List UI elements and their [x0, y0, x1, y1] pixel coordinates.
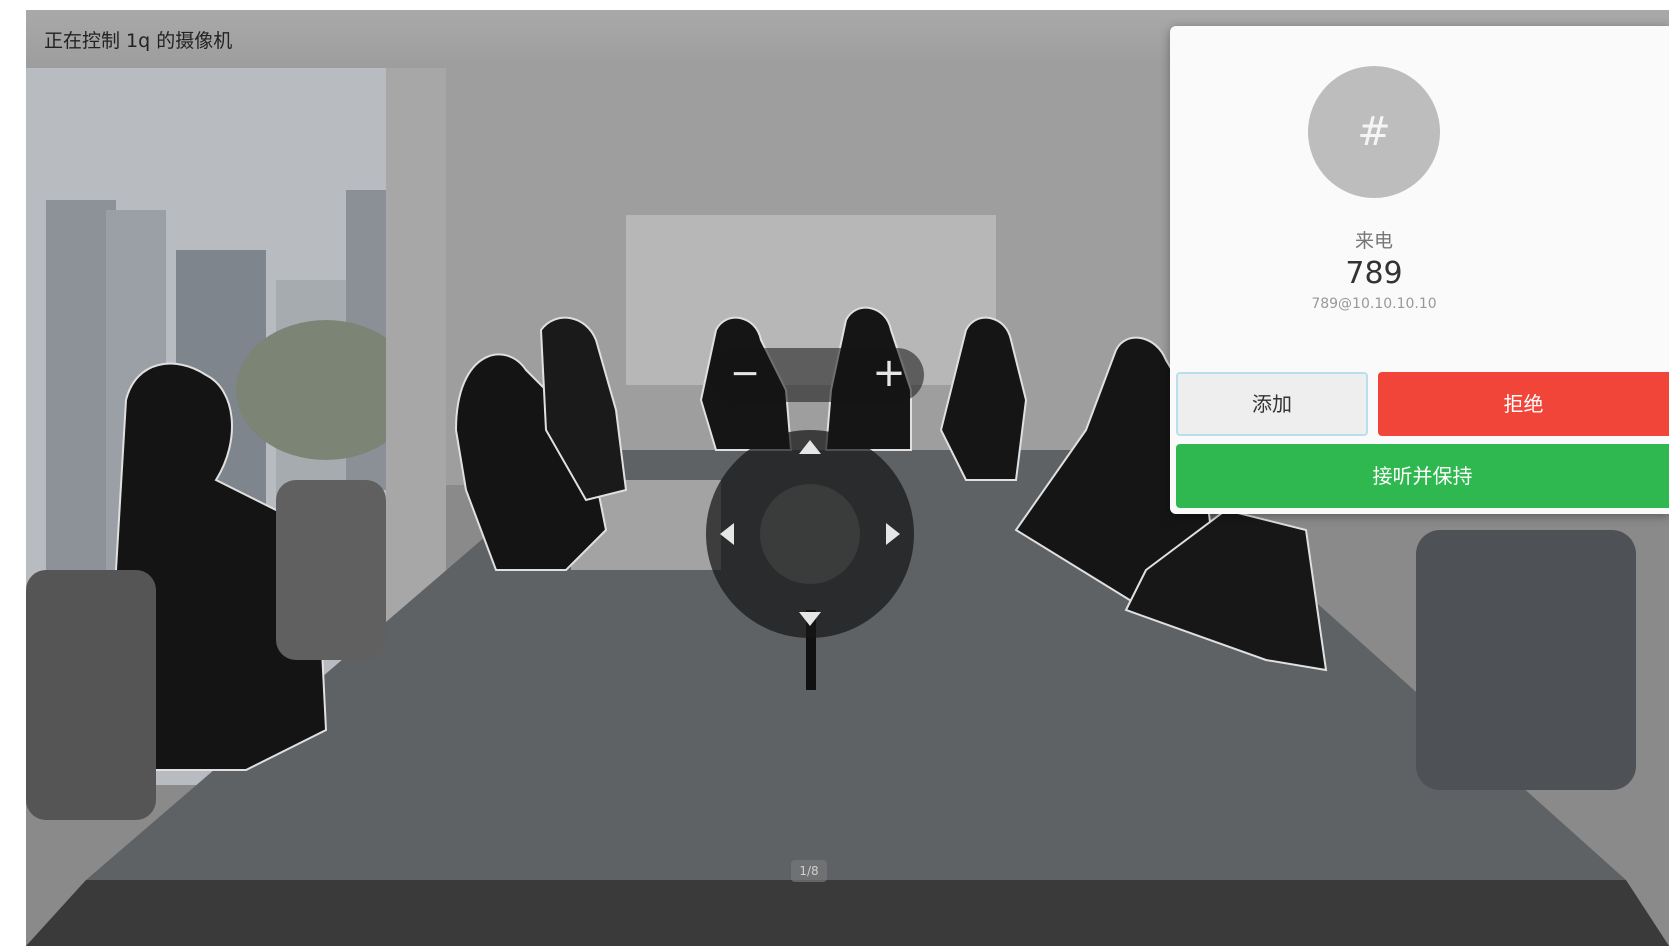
zoom-out-icon[interactable]: − [724, 354, 766, 396]
incoming-call-label: 来电 [1354, 230, 1393, 252]
reject-button[interactable]: 拒绝 [1378, 372, 1669, 436]
arrow-down-icon[interactable] [799, 612, 821, 626]
page-indicator: 1/8 [791, 860, 827, 882]
caller-uri: 789@10.10.10.10 [1311, 296, 1437, 312]
arrow-up-icon[interactable] [799, 440, 821, 454]
avatar: # [1308, 66, 1440, 198]
zoom-control: − + [710, 348, 924, 402]
camera-control-title: 正在控制 1q 的摄像机 [44, 30, 233, 52]
add-button[interactable]: 添加 [1176, 372, 1368, 436]
arrow-right-icon[interactable] [886, 523, 900, 545]
incoming-call-panel: # 来电 789 789@10.10.10.10 添加 拒绝 接听并保持 [1170, 26, 1669, 514]
caller-number: 789 [1345, 256, 1403, 291]
pan-tilt-dpad [706, 430, 914, 638]
arrow-left-icon[interactable] [720, 523, 734, 545]
zoom-in-icon[interactable]: + [868, 352, 910, 394]
dpad-center [760, 484, 860, 584]
answer-and-hold-button[interactable]: 接听并保持 [1176, 444, 1669, 508]
